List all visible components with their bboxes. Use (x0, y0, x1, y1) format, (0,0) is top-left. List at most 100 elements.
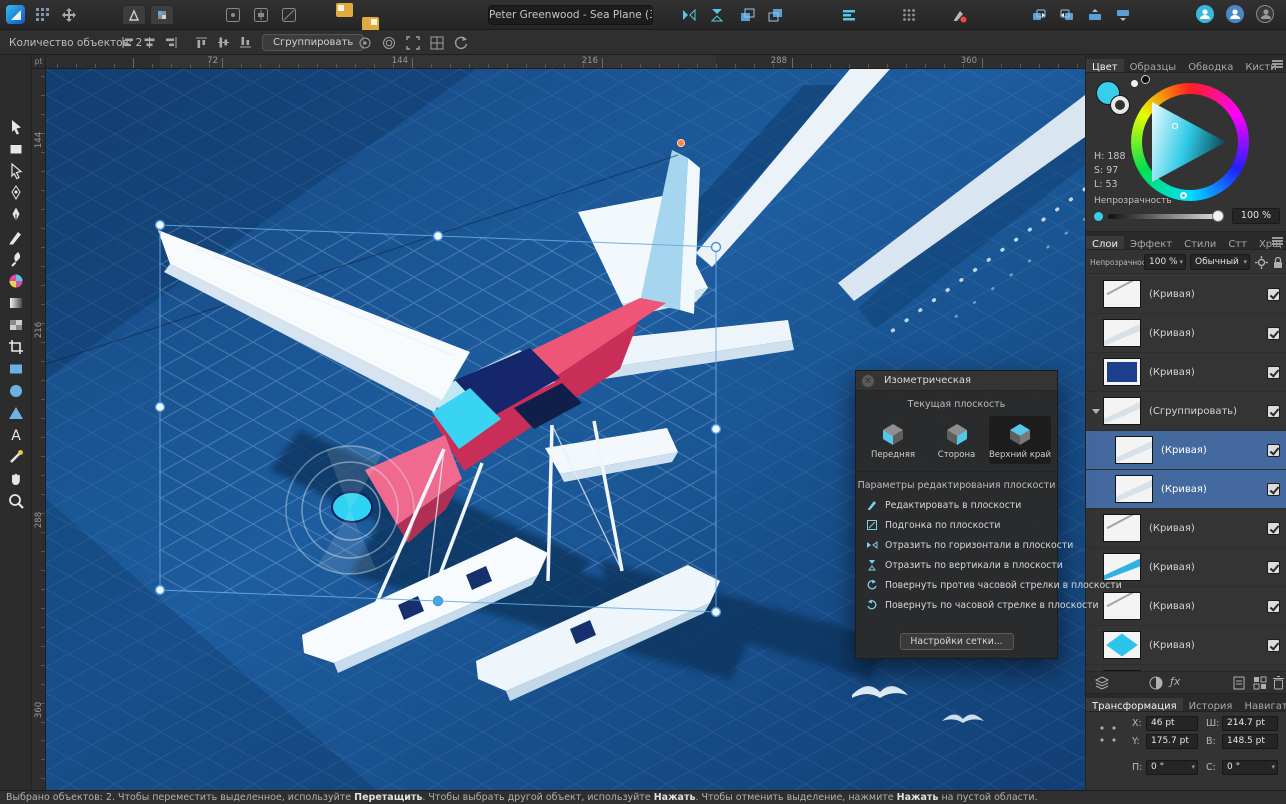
corner-tool[interactable] (6, 183, 26, 203)
move-forward-icon[interactable] (736, 5, 758, 25)
tab-stroke[interactable]: Обводка (1182, 59, 1239, 73)
vector-brush-tool[interactable] (6, 447, 26, 467)
tab-history[interactable]: История (1183, 698, 1239, 712)
grid-settings-button[interactable]: Настройки сетки... (899, 633, 1013, 650)
layer-row[interactable]: (Кривая) (1086, 587, 1286, 626)
disclosure-triangle[interactable] (1092, 407, 1100, 415)
trash-icon[interactable] (1272, 675, 1285, 691)
pencil-tool[interactable] (6, 227, 26, 247)
snap-option-icon-2[interactable] (250, 5, 272, 25)
layer-visibility-checkbox[interactable] (1267, 327, 1280, 340)
align-bottom-icon[interactable] (236, 34, 254, 51)
ruler-horizontal[interactable]: 72 144 216 288 360 (46, 55, 1085, 69)
layer-visibility-checkbox[interactable] (1267, 288, 1280, 301)
ellipse-tool[interactable] (6, 381, 26, 401)
align-right-icon[interactable] (162, 34, 180, 51)
help-avatar-icon[interactable] (1256, 5, 1274, 23)
panel-menu-icon[interactable] (1272, 60, 1283, 68)
menu-item-flip-vertical-in-plane[interactable]: Отразить по вертикали в плоскости (856, 555, 1057, 575)
black-swatch-dot[interactable] (1141, 75, 1150, 84)
rotate-selection-icon[interactable] (452, 34, 470, 51)
layer-visibility-checkbox[interactable] (1267, 483, 1280, 496)
layer-visibility-checkbox[interactable] (1267, 444, 1280, 457)
brush-tool[interactable] (6, 249, 26, 269)
color-picker-icon[interactable] (948, 5, 970, 25)
color-wheel-tool[interactable] (6, 271, 26, 291)
y-field[interactable]: 175.7 pt (1146, 734, 1198, 749)
ruler-unit[interactable]: pt (32, 55, 46, 69)
plane-front-button[interactable]: Передняя (862, 416, 924, 464)
insert-behind-icon[interactable] (336, 3, 353, 17)
align-center-icon[interactable] (140, 34, 158, 51)
opacity-slider[interactable] (1108, 214, 1220, 219)
grid-dots-icon-2[interactable] (898, 5, 920, 25)
layer-visibility-checkbox[interactable] (1267, 639, 1280, 652)
move-tool-icon[interactable] (58, 5, 80, 25)
align-left-icon[interactable] (118, 34, 136, 51)
hand-tool[interactable] (6, 469, 26, 489)
layer-visibility-checkbox[interactable] (1267, 366, 1280, 379)
menu-item-rotate-cw-in-plane[interactable]: Повернуть по часовой стрелке в плоскости (856, 595, 1057, 615)
ruler-vertical[interactable]: 144 216 288 360 (32, 69, 46, 790)
duplicate-icon-2[interactable] (1056, 5, 1078, 25)
tab-layers[interactable]: Слои (1086, 236, 1124, 250)
triangle-tool[interactable] (6, 403, 26, 423)
node-tool[interactable] (6, 161, 26, 181)
account-avatar-icon[interactable] (1196, 5, 1214, 23)
insert-in-front-icon[interactable] (362, 17, 379, 31)
triangle-marker[interactable] (1172, 123, 1178, 129)
target-icon[interactable] (356, 34, 374, 51)
align-middle-icon[interactable] (214, 34, 232, 51)
new-layer-icon[interactable] (1232, 675, 1246, 691)
snap-option-icon-1[interactable] (222, 5, 244, 25)
tab-navigator[interactable]: Навигатор (1238, 698, 1286, 712)
app-logo-icon[interactable] (6, 5, 25, 24)
layer-row-group[interactable]: (Сгруппировать) (1086, 392, 1286, 431)
text-tool[interactable]: A (6, 425, 26, 445)
layer-row[interactable]: (Кривая) (1086, 353, 1286, 392)
menu-item-fit-to-plane[interactable]: Подгонка по плоскости (856, 515, 1057, 535)
menu-item-rotate-ccw-in-plane[interactable]: Повернуть против часовой стрелки в плоск… (856, 575, 1057, 595)
shear-field[interactable]: 0 ° (1222, 760, 1278, 775)
artboard-tool[interactable] (6, 139, 26, 159)
layer-visibility-checkbox[interactable] (1267, 561, 1280, 574)
panel-menu-icon[interactable] (1272, 237, 1283, 245)
fx-icon[interactable]: ƒx (1170, 675, 1180, 688)
select-bounds-icon[interactable] (404, 34, 422, 51)
layer-visibility-checkbox[interactable] (1267, 600, 1280, 613)
close-icon[interactable]: × (862, 375, 874, 387)
align-top-icon[interactable] (192, 34, 210, 51)
designer-persona-icon[interactable] (122, 5, 146, 25)
rectangle-tool[interactable] (6, 359, 26, 379)
anchor-point-selector[interactable] (1094, 720, 1124, 750)
share-avatar-icon[interactable] (1226, 5, 1244, 23)
pen-tool[interactable] (6, 205, 26, 225)
white-swatch-dot[interactable] (1131, 80, 1138, 87)
alignment-icon[interactable] (838, 5, 860, 25)
new-group-icon[interactable] (1252, 675, 1268, 691)
tab-styles[interactable]: Стили (1178, 236, 1222, 250)
isometric-panel-titlebar[interactable]: × Изометрическая (856, 371, 1057, 391)
layers-stack-icon[interactable] (1094, 675, 1110, 691)
grid-dots-icon[interactable] (32, 5, 54, 25)
layer-row[interactable]: (Кривая) (1086, 509, 1286, 548)
select-tool[interactable] (6, 117, 26, 137)
mask-icon[interactable] (1148, 675, 1164, 691)
tab-swatches[interactable]: Образцы (1124, 59, 1183, 73)
stroke-swatch[interactable] (1111, 96, 1129, 114)
layer-visibility-checkbox[interactable] (1267, 522, 1280, 535)
group-button[interactable]: Сгруппировать (262, 34, 364, 51)
menu-item-edit-in-plane[interactable]: Редактировать в плоскости (856, 495, 1057, 515)
layer-row-selected[interactable]: (Кривая) (1086, 470, 1286, 509)
duplicate-icon-3[interactable] (1084, 5, 1106, 25)
gear-icon[interactable] (1254, 255, 1269, 270)
x-field[interactable]: 46 pt (1146, 716, 1198, 731)
tab-4[interactable]: Стт (1222, 236, 1253, 250)
tab-effects[interactable]: Эффект (1124, 236, 1178, 250)
plane-top-button[interactable]: Верхний край (989, 416, 1051, 464)
layer-row-selected[interactable]: (Кривая) (1086, 431, 1286, 470)
snap-option-icon-3[interactable] (278, 5, 300, 25)
lock-icon[interactable] (1271, 255, 1285, 270)
menu-item-flip-horizontal-in-plane[interactable]: Отразить по горизонтали в плоскости (856, 535, 1057, 555)
hue-marker[interactable] (1180, 192, 1187, 199)
